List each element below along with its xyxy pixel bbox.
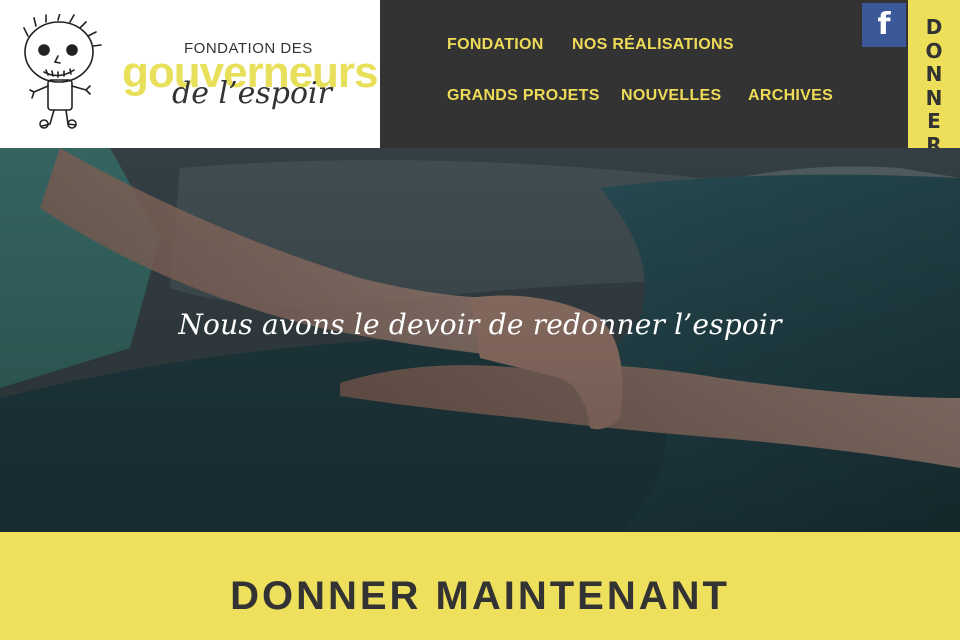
donate-tab-letter: E [927,109,941,133]
facebook-icon: f [877,7,891,42]
nav-item-grands-projets[interactable]: GRANDS PROJETS [447,87,600,105]
nav-item-fondation[interactable]: FONDATION [447,36,544,54]
hero-tagline: Nous avons le devoir de redonner l’espoi… [178,308,782,341]
donate-tab-letter: N [925,62,943,86]
nav-item-nos-realisations[interactable]: NOS RÉALISATIONS [572,36,734,54]
site-header: FONDATION DES gouverneurs de l’espoir FO… [0,0,960,148]
donate-tab-letter: D [925,15,943,39]
donate-tab-label: DONNER [925,15,943,157]
nav-item-nouvelles[interactable]: NOUVELLES [621,87,722,105]
donate-tab-letter: O [925,38,943,63]
hero-banner: Nous avons le devoir de redonner l’espoi… [0,148,960,532]
logo[interactable]: FONDATION DES gouverneurs de l’espoir [0,0,380,148]
mascot-drawing-icon [23,14,102,129]
logo-text-espoir: de l’espoir [172,76,332,111]
facebook-button[interactable]: f [862,3,906,47]
main-nav: FONDATION NOS RÉALISATIONS GRANDS PROJET… [447,0,867,148]
donate-now-button[interactable]: DONNER MAINTENANT [0,574,960,619]
donate-tab-letter: N [925,85,943,110]
nav-item-archives[interactable]: ARCHIVES [748,87,833,105]
